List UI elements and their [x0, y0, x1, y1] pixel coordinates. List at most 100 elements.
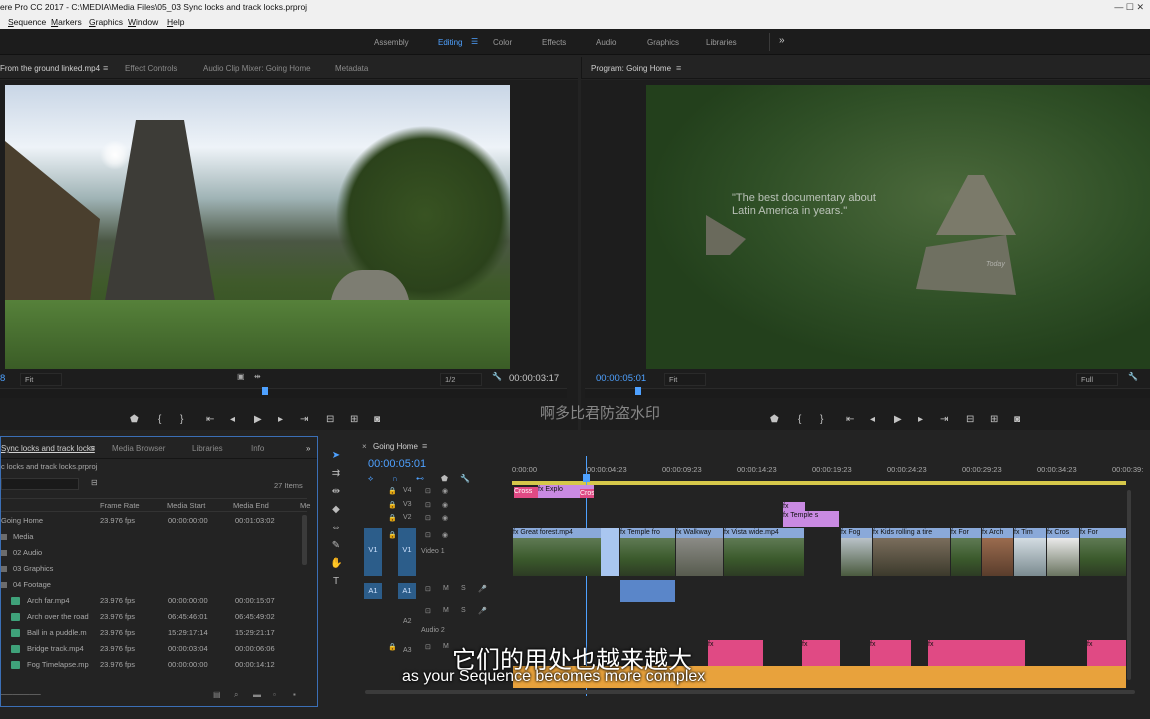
- settings-wrench-icon[interactable]: 🔧: [1128, 372, 1138, 381]
- source-time-ruler[interactable]: [0, 387, 567, 398]
- lift-icon[interactable]: ⊟: [966, 414, 974, 425]
- type-tool-icon[interactable]: T: [330, 576, 342, 588]
- program-zoom-select[interactable]: Fit: [664, 373, 706, 386]
- new-bin-icon[interactable]: ▬: [253, 690, 261, 699]
- zoom-slider[interactable]: ───────: [1, 690, 41, 699]
- workspace-assembly[interactable]: Assembly: [374, 38, 409, 47]
- menu-window[interactable]: Window: [128, 15, 158, 29]
- program-playhead[interactable]: [635, 387, 641, 395]
- insert-icon[interactable]: ⊟: [326, 414, 334, 425]
- video-clip[interactable]: fx Walkway: [676, 528, 723, 576]
- new-search-bin-icon[interactable]: ⊟: [91, 478, 98, 487]
- slip-tool-icon[interactable]: ⇔: [330, 522, 342, 534]
- safe-margins-icon[interactable]: ▣: [237, 372, 245, 381]
- menu-markers[interactable]: Markers: [51, 15, 82, 29]
- clear-icon[interactable]: ▪: [293, 690, 296, 699]
- program-timecode[interactable]: 00:00:05:01: [596, 373, 646, 384]
- tab-project[interactable]: Sync locks and track locks: [1, 444, 95, 453]
- project-item-row[interactable]: Bridge track.mp4 23.976 fps 00:00:03:04 00:…: [1, 641, 307, 657]
- eye-icon[interactable]: ◉: [442, 531, 448, 539]
- bin-row[interactable]: Media: [1, 529, 307, 545]
- video-clip[interactable]: fx Fog: [841, 528, 872, 576]
- mic-icon[interactable]: 🎤: [478, 607, 487, 615]
- timeline-playhead-handle[interactable]: [583, 474, 590, 482]
- export-frame-icon[interactable]: ◙: [1014, 414, 1020, 425]
- lock-icon[interactable]: 🔒: [388, 514, 397, 522]
- ripple-edit-tool-icon[interactable]: ⇹: [330, 486, 342, 498]
- panel-menu-icon[interactable]: ≡: [90, 443, 95, 453]
- work-area-bar[interactable]: [512, 481, 1126, 485]
- linked-selection-icon[interactable]: ⊷: [416, 474, 424, 483]
- audio-clip[interactable]: fx: [1087, 640, 1126, 666]
- step-back-icon[interactable]: ◂: [230, 414, 235, 425]
- eye-icon[interactable]: ◉: [442, 487, 448, 495]
- timeline-zoom-bar[interactable]: [365, 690, 1135, 694]
- video-clip-gap[interactable]: [601, 528, 619, 576]
- panel-menu-icon[interactable]: ≡: [676, 63, 681, 73]
- bin-row[interactable]: 04 Footage: [1, 577, 307, 593]
- bin-row[interactable]: 02 Audio: [1, 545, 307, 561]
- sync-lock-icon[interactable]: ⊡: [425, 585, 431, 593]
- source-playhead[interactable]: [262, 387, 268, 395]
- video-clip[interactable]: fx Arch: [982, 528, 1013, 576]
- source-playhead-timecode[interactable]: 8: [0, 373, 5, 384]
- sync-lock-icon[interactable]: ⊡: [425, 514, 431, 522]
- go-to-out-icon[interactable]: ⇥: [940, 414, 948, 425]
- play-icon[interactable]: ▶: [254, 414, 262, 425]
- audio-clip[interactable]: fx: [802, 640, 840, 666]
- menu-sequence[interactable]: Sequence: [8, 15, 46, 29]
- video-clip[interactable]: fx Cros: [1047, 528, 1079, 576]
- source-resolution-select[interactable]: 1/2: [440, 373, 482, 386]
- video-clip[interactable]: fx Vista wide.mp4: [724, 528, 804, 576]
- solo-button[interactable]: S: [461, 585, 466, 592]
- nest-toggle-icon[interactable]: ⟡: [368, 474, 373, 484]
- video-clip[interactable]: fx For: [1080, 528, 1126, 576]
- timeline-settings-icon[interactable]: 🔧: [460, 474, 470, 483]
- transition-clip[interactable]: Cros: [580, 489, 594, 498]
- timeline-ruler[interactable]: 0:00:00 00:00:04:23 00:00:09:23 00:00:14:23…: [512, 465, 1143, 477]
- col-more[interactable]: Me: [300, 501, 310, 510]
- find-icon[interactable]: ⌕: [234, 690, 238, 700]
- program-video-frame[interactable]: "The best documentary about Latin Americ…: [646, 85, 1150, 369]
- video-clip[interactable]: fx Kids rolling a tire: [873, 528, 950, 576]
- col-frame-rate[interactable]: Frame Rate: [100, 501, 140, 510]
- workspace-effects[interactable]: Effects: [542, 38, 566, 47]
- step-back-icon[interactable]: ◂: [870, 414, 875, 425]
- track-select-tool-icon[interactable]: ⇉: [330, 468, 342, 480]
- sync-lock-icon[interactable]: ⊡: [425, 607, 431, 615]
- add-marker-icon[interactable]: ⬟: [441, 474, 448, 483]
- tab-libraries[interactable]: Libraries: [192, 444, 223, 453]
- overwrite-icon[interactable]: ⊞: [350, 414, 358, 425]
- workspace-graphics[interactable]: Graphics: [647, 38, 679, 47]
- video-clip[interactable]: fx Great forest.mp4: [513, 528, 601, 576]
- tab-program[interactable]: Program: Going Home: [591, 64, 671, 73]
- hand-tool-icon[interactable]: ✋: [330, 558, 342, 570]
- audio-clip[interactable]: fx: [928, 640, 1025, 666]
- video-clip[interactable]: fx For: [951, 528, 981, 576]
- settings-wrench-icon[interactable]: 🔧: [492, 372, 502, 381]
- window-controls[interactable]: — ☐ ✕: [1114, 0, 1144, 15]
- panel-menu-icon[interactable]: ≡: [103, 63, 108, 73]
- timeline-timecode[interactable]: 00:00:05:01: [368, 458, 426, 470]
- col-media-end[interactable]: Media End: [233, 501, 269, 510]
- program-time-ruler[interactable]: [585, 387, 1150, 398]
- program-quality-select[interactable]: Full: [1076, 373, 1118, 386]
- mark-out-icon[interactable]: }: [820, 414, 823, 425]
- graphic-clip[interactable]: fx Temple s: [783, 511, 839, 527]
- tab-source-clip[interactable]: From the ground linked.mp4: [0, 64, 100, 73]
- more-workspaces-icon[interactable]: »: [779, 35, 785, 46]
- automate-to-sequence-icon[interactable]: ▤: [213, 690, 221, 699]
- export-frame-icon[interactable]: ◙: [374, 414, 380, 425]
- project-item-row[interactable]: Fog Timelapse.mp 23.976 fps 00:00:00:00 00:…: [1, 657, 307, 673]
- go-to-in-icon[interactable]: ⇤: [846, 414, 854, 425]
- go-to-in-icon[interactable]: ⇤: [206, 414, 214, 425]
- go-to-out-icon[interactable]: ⇥: [300, 414, 308, 425]
- sync-lock-icon[interactable]: ⊡: [425, 531, 431, 539]
- lock-icon[interactable]: 🔒: [388, 501, 397, 509]
- extract-icon[interactable]: ⊞: [990, 414, 998, 425]
- workspace-editing[interactable]: Editing: [438, 38, 462, 47]
- lock-icon[interactable]: 🔒: [388, 531, 397, 539]
- more-tabs-icon[interactable]: »: [306, 444, 310, 453]
- eye-icon[interactable]: ◉: [442, 514, 448, 522]
- bin-row[interactable]: 03 Graphics: [1, 561, 307, 577]
